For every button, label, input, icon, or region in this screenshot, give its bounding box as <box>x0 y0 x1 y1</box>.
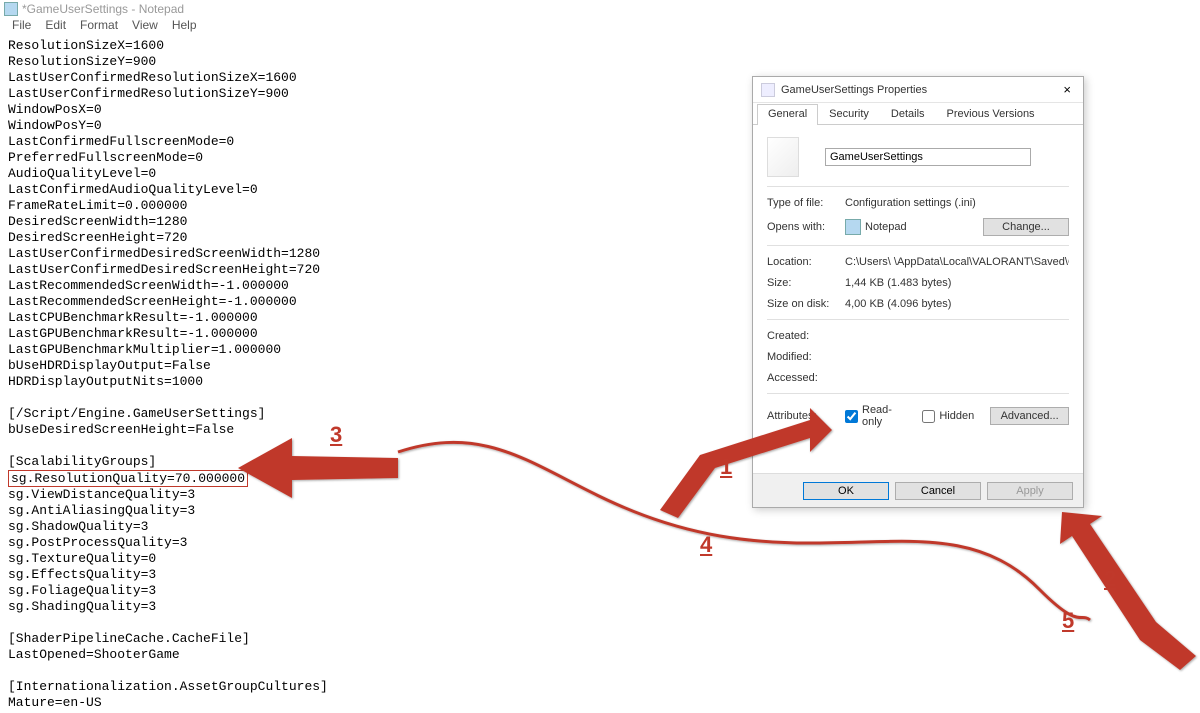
file-properties-icon <box>761 83 775 97</box>
notepad-icon <box>4 2 18 16</box>
window-title: *GameUserSettings - Notepad <box>22 2 184 16</box>
tab-previous-versions[interactable]: Previous Versions <box>936 104 1046 125</box>
menu-file[interactable]: File <box>6 18 37 36</box>
location-value: C:\Users\ \AppData\Local\VALORANT\Saved\… <box>845 256 1069 268</box>
menu-bar: File Edit Format View Help <box>0 18 1200 36</box>
editor-line: sg.EffectsQuality=3 <box>8 567 1192 583</box>
size-value: 1,44 KB (1.483 bytes) <box>845 277 1069 289</box>
tab-general[interactable]: General <box>757 104 818 125</box>
window-titlebar: *GameUserSettings - Notepad <box>0 0 1200 18</box>
apply-button[interactable]: Apply <box>987 482 1073 500</box>
size-on-disk-label: Size on disk: <box>767 298 845 310</box>
accessed-label: Accessed: <box>767 372 845 384</box>
change-button[interactable]: Change... <box>983 218 1069 236</box>
properties-dialog: GameUserSettings Properties × General Se… <box>752 76 1084 508</box>
ok-button[interactable]: OK <box>803 482 889 500</box>
editor-line: [ShaderPipelineCache.CacheFile] <box>8 631 1192 647</box>
menu-format[interactable]: Format <box>74 18 124 36</box>
highlighted-line: sg.ResolutionQuality=70.000000 <box>8 470 248 487</box>
editor-line: ResolutionSizeY=900 <box>8 54 1192 70</box>
file-type-icon <box>767 137 799 177</box>
dialog-body: Type of file:Configuration settings (.in… <box>753 125 1083 445</box>
dialog-title: GameUserSettings Properties <box>781 84 1059 96</box>
attributes-label: Attributes: <box>767 410 845 422</box>
notepad-small-icon <box>845 219 861 235</box>
editor-line: sg.FoliageQuality=3 <box>8 583 1192 599</box>
dialog-titlebar[interactable]: GameUserSettings Properties × <box>753 77 1083 103</box>
editor-line: sg.ShadowQuality=3 <box>8 519 1192 535</box>
editor-line <box>8 663 1192 679</box>
filename-input[interactable] <box>825 148 1031 166</box>
editor-line: [Internationalization.AssetGroupCultures… <box>8 679 1192 695</box>
opens-with-value: Notepad <box>845 219 983 235</box>
editor-line: Mature=en-US <box>8 695 1192 711</box>
cancel-button[interactable]: Cancel <box>895 482 981 500</box>
tab-details[interactable]: Details <box>880 104 936 125</box>
size-on-disk-value: 4,00 KB (4.096 bytes) <box>845 298 1069 310</box>
location-label: Location: <box>767 256 845 268</box>
editor-line <box>8 615 1192 631</box>
editor-line: sg.TextureQuality=0 <box>8 551 1192 567</box>
modified-label: Modified: <box>767 351 845 363</box>
advanced-button[interactable]: Advanced... <box>990 407 1069 425</box>
tab-security[interactable]: Security <box>818 104 880 125</box>
menu-edit[interactable]: Edit <box>39 18 72 36</box>
editor-line: ResolutionSizeX=1600 <box>8 38 1192 54</box>
readonly-checkbox[interactable]: Read-only <box>845 404 906 428</box>
hidden-checkbox[interactable]: Hidden <box>922 410 974 423</box>
close-icon[interactable]: × <box>1059 82 1075 97</box>
created-label: Created: <box>767 330 845 342</box>
menu-help[interactable]: Help <box>166 18 203 36</box>
opens-with-label: Opens with: <box>767 221 845 233</box>
menu-view[interactable]: View <box>126 18 164 36</box>
type-of-file-label: Type of file: <box>767 197 845 209</box>
type-of-file-value: Configuration settings (.ini) <box>845 197 1069 209</box>
editor-line: LastOpened=ShooterGame <box>8 647 1192 663</box>
dialog-tabs: General Security Details Previous Versio… <box>753 103 1083 125</box>
size-label: Size: <box>767 277 845 289</box>
editor-line: sg.PostProcessQuality=3 <box>8 535 1192 551</box>
editor-line: sg.ShadingQuality=3 <box>8 599 1192 615</box>
dialog-footer: OK Cancel Apply <box>753 473 1083 507</box>
